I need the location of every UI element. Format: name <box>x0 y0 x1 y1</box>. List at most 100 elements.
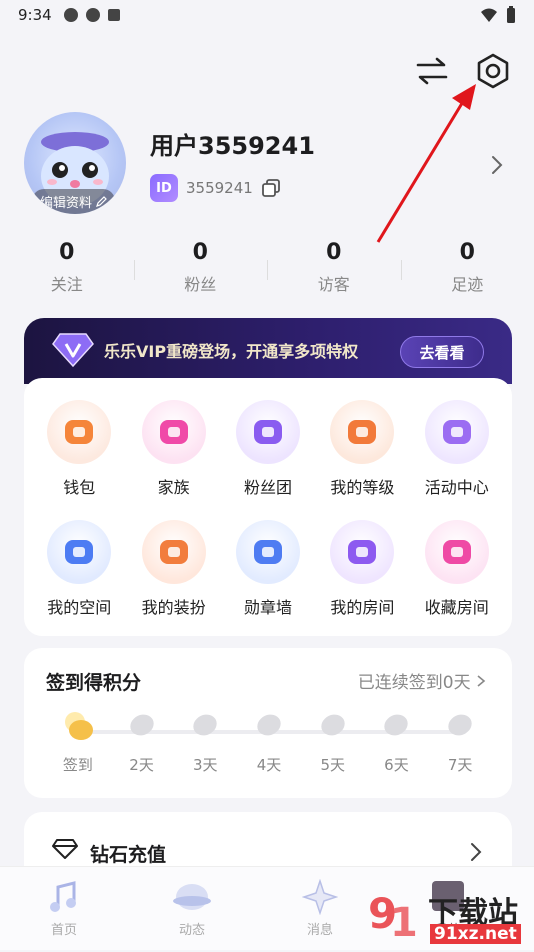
bean-icon <box>318 710 348 740</box>
level-icon <box>330 400 394 464</box>
planet-icon <box>47 520 111 584</box>
profile-header[interactable]: 编辑资料 用户3559241 ID 3559241 <box>24 112 514 222</box>
stat-label: 关注 <box>0 271 134 295</box>
status-time: 9:34 <box>18 6 52 24</box>
sign-in-day-label: 3天 <box>193 754 218 775</box>
copy-icon[interactable] <box>261 178 281 198</box>
grid-item-label: 粉丝团 <box>244 474 292 498</box>
grid-item-label: 活动中心 <box>425 474 489 498</box>
edit-profile-label: 编辑资料 <box>40 192 92 211</box>
pencil-icon <box>96 196 107 207</box>
sign-in-day-5: 6天 <box>365 710 429 775</box>
sign-in-day-label: 2天 <box>129 754 154 775</box>
dynamic-icon <box>172 879 212 915</box>
sign-in-day-label: 签到 <box>63 754 93 775</box>
grid-item-5[interactable]: 我的空间 <box>32 520 126 618</box>
sign-in-day-3: 4天 <box>237 710 301 775</box>
grid-item-9[interactable]: 收藏房间 <box>410 520 504 618</box>
feature-grid-card: 钱包家族 粉丝团 我的等级 活动中心我的空间 我的装扮 勋章墙 我的房间 收藏房间 <box>24 378 512 636</box>
chevron-right-icon <box>476 674 486 688</box>
stat-label: 粉丝 <box>134 271 268 295</box>
edit-profile-button[interactable]: 编辑资料 <box>32 189 115 214</box>
wifi-icon <box>480 7 498 23</box>
stat-footprints[interactable]: 0 足迹 <box>401 240 534 295</box>
wallet-icon <box>47 400 111 464</box>
sign-in-day-label: 6天 <box>384 754 409 775</box>
vip-go-button[interactable]: 去看看 <box>400 336 484 368</box>
notification-icon <box>64 8 78 22</box>
grid-item-label: 我的空间 <box>47 594 111 618</box>
grid-item-4[interactable]: 活动中心 <box>410 400 504 498</box>
grid-item-6[interactable]: 我的装扮 <box>126 520 220 618</box>
bean-icon <box>190 710 220 740</box>
diamond-icon <box>52 838 78 860</box>
svg-text:1: 1 <box>390 900 418 946</box>
stat-value: 0 <box>0 240 134 265</box>
grid-item-label: 勋章墙 <box>244 594 292 618</box>
bean-icon <box>127 710 157 740</box>
stat-fans[interactable]: 0 粉丝 <box>134 240 268 295</box>
user-id: 3559241 <box>186 179 253 197</box>
grid-item-2[interactable]: 粉丝团 <box>221 400 315 498</box>
outfit-icon <box>142 520 206 584</box>
grid-item-label: 家族 <box>158 474 190 498</box>
switch-account-icon[interactable] <box>416 56 448 86</box>
sign-in-days: 签到 2天 3天 4天 5天 6天 7天 <box>46 710 492 775</box>
sign-in-card: 签到得积分 已连续签到0天 签到 2天 3天 4天 5天 6天 7天 <box>24 648 512 798</box>
star-room-icon <box>425 520 489 584</box>
stat-value: 0 <box>134 240 268 265</box>
notification-icon <box>108 9 120 21</box>
grid-item-0[interactable]: 钱包 <box>32 400 126 498</box>
chevron-right-icon[interactable] <box>490 154 504 176</box>
vip-banner[interactable]: 乐乐VIP重磅登场，开通享多项特权 去看看 <box>24 318 512 384</box>
tab-message[interactable]: 消息 <box>256 867 384 950</box>
tab-label: 动态 <box>179 919 205 938</box>
grid-item-8[interactable]: 我的房间 <box>315 520 409 618</box>
sign-in-day-label: 4天 <box>257 754 282 775</box>
grid-item-3[interactable]: 我的等级 <box>315 400 409 498</box>
sign-in-title: 签到得积分 <box>46 668 141 695</box>
id-badge-icon: ID <box>150 174 178 202</box>
sign-in-day-4: 5天 <box>301 710 365 775</box>
grid-item-7[interactable]: 勋章墙 <box>221 520 315 618</box>
vip-diamond-icon <box>52 330 94 368</box>
stat-label: 足迹 <box>401 271 534 295</box>
stats-row: 0 关注 0 粉丝 0 访客 0 足迹 <box>0 240 534 295</box>
sign-in-day-label: 7天 <box>448 754 473 775</box>
grid-item-label: 收藏房间 <box>425 594 489 618</box>
sign-in-day-2: 3天 <box>173 710 237 775</box>
bean-icon <box>381 710 411 740</box>
bean-icon <box>445 710 475 740</box>
feature-grid: 钱包家族 粉丝团 我的等级 活动中心我的空间 我的装扮 勋章墙 我的房间 收藏房间 <box>32 400 504 618</box>
chevron-right-icon <box>470 842 482 862</box>
sign-in-day-label: 5天 <box>320 754 345 775</box>
fan-club-icon <box>236 400 300 464</box>
music-note-icon <box>46 879 82 915</box>
top-actions <box>416 52 512 90</box>
stat-following[interactable]: 0 关注 <box>0 240 134 295</box>
grid-item-1[interactable]: 家族 <box>126 400 220 498</box>
sign-in-day-6: 7天 <box>428 710 492 775</box>
tab-home[interactable]: 首页 <box>0 867 128 950</box>
sign-in-day-0[interactable]: 签到 <box>46 710 110 775</box>
bean-icon <box>254 710 284 740</box>
stat-visitors[interactable]: 0 访客 <box>267 240 401 295</box>
sign-in-day-1: 2天 <box>110 710 174 775</box>
tab-label: 消息 <box>307 919 333 938</box>
gift-icon <box>425 400 489 464</box>
status-bar: 9:34 <box>0 0 534 30</box>
message-icon <box>302 879 338 915</box>
user-id-row: ID 3559241 <box>150 174 281 202</box>
medal-icon <box>236 520 300 584</box>
stat-value: 0 <box>401 240 534 265</box>
settings-icon[interactable] <box>474 52 512 90</box>
sign-in-streak-link[interactable]: 已连续签到0天 <box>358 668 486 693</box>
grid-item-label: 我的房间 <box>330 594 394 618</box>
grid-item-label: 我的等级 <box>330 474 394 498</box>
tab-dynamic[interactable]: 动态 <box>128 867 256 950</box>
watermark-text-url: 91xz.net <box>430 924 521 944</box>
avatar[interactable]: 编辑资料 <box>24 112 126 214</box>
vip-banner-text: 乐乐VIP重磅登场，开通享多项特权 <box>104 338 358 362</box>
watermark: 9 1 下载站 91xz.net <box>366 884 526 948</box>
grid-item-label: 我的装扮 <box>142 594 206 618</box>
